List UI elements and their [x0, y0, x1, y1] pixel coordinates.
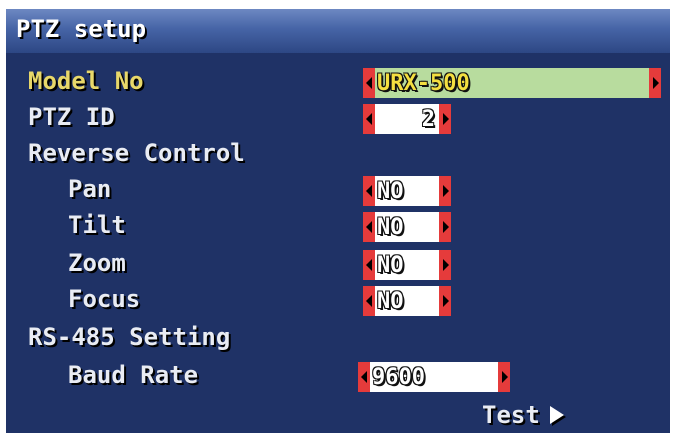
arrow-right-icon[interactable]	[439, 250, 451, 280]
baud-rate-selector[interactable]: 9600	[358, 362, 510, 392]
focus-value: NO	[377, 288, 404, 314]
arrow-left-icon[interactable]	[363, 250, 375, 280]
zoom-label: Zoom	[68, 249, 126, 277]
page-title: PTZ setup	[16, 15, 147, 43]
ptz-id-label: PTZ ID	[28, 103, 115, 131]
reverse-control-label: Reverse Control	[28, 139, 245, 167]
title-bar: PTZ setup	[6, 9, 670, 53]
arrow-right-icon[interactable]	[649, 68, 661, 98]
arrow-right-icon[interactable]	[498, 362, 510, 392]
focus-selector[interactable]: NO	[363, 286, 451, 316]
rs485-setting-label: RS-485 Setting	[28, 323, 231, 351]
tilt-value: NO	[377, 214, 404, 240]
arrow-left-icon[interactable]	[363, 176, 375, 206]
model-no-value: URX-500	[377, 70, 470, 96]
arrow-left-icon[interactable]	[358, 362, 370, 392]
arrow-left-icon[interactable]	[363, 286, 375, 316]
focus-label: Focus	[68, 285, 141, 313]
arrow-left-icon[interactable]	[363, 68, 375, 98]
test-button-label: Test	[482, 401, 540, 429]
zoom-value: NO	[377, 252, 404, 278]
screen: PTZ setup Model No URX-500 PTZ ID 2 Reve…	[0, 0, 676, 439]
ptz-id-selector[interactable]: 2	[363, 104, 451, 134]
zoom-selector[interactable]: NO	[363, 250, 451, 280]
play-icon	[549, 406, 564, 424]
ptz-id-value: 2	[421, 106, 435, 132]
baud-rate-label: Baud Rate	[68, 361, 199, 389]
tilt-label: Tilt	[68, 211, 126, 239]
model-no-label: Model No	[28, 67, 144, 95]
arrow-right-icon[interactable]	[439, 286, 451, 316]
osd-menu: PTZ setup Model No URX-500 PTZ ID 2 Reve…	[6, 9, 670, 433]
model-no-selector[interactable]: URX-500	[363, 68, 661, 98]
baud-rate-value: 9600	[372, 364, 425, 390]
arrow-right-icon[interactable]	[439, 104, 451, 134]
tilt-selector[interactable]: NO	[363, 212, 451, 242]
pan-label: Pan	[68, 175, 112, 203]
arrow-left-icon[interactable]	[363, 212, 375, 242]
test-button[interactable]: Test	[482, 401, 564, 429]
pan-value: NO	[377, 178, 404, 204]
arrow-right-icon[interactable]	[439, 176, 451, 206]
arrow-right-icon[interactable]	[439, 212, 451, 242]
arrow-left-icon[interactable]	[363, 104, 375, 134]
pan-selector[interactable]: NO	[363, 176, 451, 206]
